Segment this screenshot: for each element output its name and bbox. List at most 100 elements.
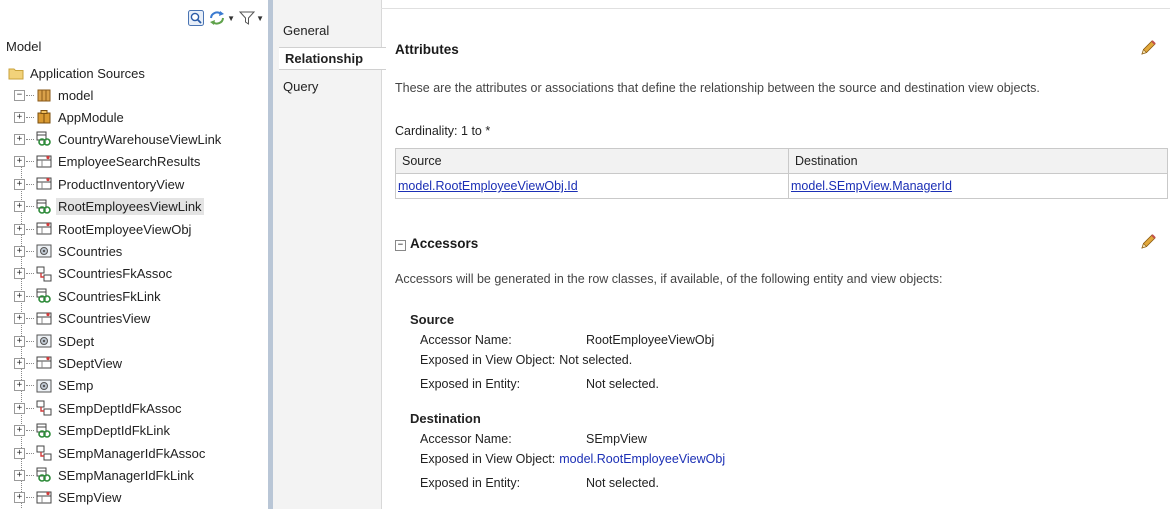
tree-node[interactable]: + SEmpManagerIdFkLink bbox=[14, 464, 196, 486]
tree-node[interactable]: + SEmpDeptIdFkAssoc bbox=[14, 397, 184, 419]
view-object-icon bbox=[36, 491, 52, 504]
prop-label: Exposed in View Object: bbox=[420, 452, 556, 466]
cardinality: Cardinality: 1 to * bbox=[395, 124, 490, 138]
expand-toggle-icon[interactable]: + bbox=[14, 290, 25, 302]
entity-object-icon bbox=[36, 379, 52, 393]
package-icon bbox=[37, 89, 51, 102]
tree-node[interactable]: + SEmp bbox=[14, 375, 95, 397]
view-link-icon bbox=[36, 131, 51, 147]
tree-node[interactable]: + RootEmployeesViewLink bbox=[14, 196, 204, 218]
association-icon bbox=[36, 266, 52, 282]
view-object-icon bbox=[36, 177, 52, 190]
entity-object-icon bbox=[36, 334, 52, 348]
expand-toggle-icon[interactable]: + bbox=[14, 245, 25, 257]
tree-node[interactable]: + ProductInventoryView bbox=[14, 173, 186, 195]
expand-toggle-icon[interactable]: + bbox=[14, 223, 25, 235]
column-header-destination[interactable]: Destination bbox=[788, 148, 1168, 174]
expand-toggle-icon[interactable]: + bbox=[14, 178, 25, 190]
tree-node[interactable]: + SEmpManagerIdFkAssoc bbox=[14, 442, 207, 464]
sync-icon bbox=[210, 11, 225, 25]
tab-general[interactable]: General bbox=[283, 23, 329, 38]
folder-icon bbox=[8, 68, 24, 80]
accessor-source-title: Source bbox=[410, 312, 455, 327]
tree-node[interactable]: + EmployeeSearchResults bbox=[14, 151, 202, 173]
destination-exposed-view-row: Exposed in View Object: model.RootEmploy… bbox=[410, 449, 725, 469]
navigator-panel: ▼ ▼ Model Application Sources − model + A… bbox=[0, 0, 268, 509]
table-cell-source[interactable]: model.RootEmployeeViewObj.Id bbox=[395, 173, 789, 199]
expand-toggle-icon[interactable]: + bbox=[14, 111, 25, 123]
tab-relationship[interactable]: Relationship bbox=[279, 47, 386, 70]
edit-accessors-pencil-icon[interactable] bbox=[1138, 232, 1158, 252]
expand-toggle-icon[interactable]: + bbox=[14, 335, 25, 347]
source-accessor-name-row: Accessor Name: RootEmployeeViewObj bbox=[410, 330, 714, 350]
tree-node-label: ProductInventoryView bbox=[58, 176, 185, 192]
editor-tab-column: General Relationship Query bbox=[273, 0, 386, 509]
expand-toggle-icon[interactable]: + bbox=[14, 425, 25, 437]
tree-node-label: model bbox=[58, 87, 94, 103]
attributes-description: These are the attributes or associations… bbox=[395, 81, 1040, 95]
relationship-editor: Attributes These are the attributes or a… bbox=[395, 0, 1170, 509]
tree-node-application-sources[interactable]: Application Sources bbox=[8, 62, 147, 84]
cardinality-label: Cardinality: bbox=[395, 124, 458, 138]
exposed-view-object-link[interactable]: model.RootEmployeeViewObj bbox=[559, 452, 725, 466]
prop-value: Not selected. bbox=[559, 353, 633, 367]
expand-toggle-icon[interactable]: + bbox=[14, 380, 25, 392]
expand-toggle-icon[interactable]: + bbox=[14, 492, 25, 504]
expand-toggle-icon[interactable]: + bbox=[14, 133, 25, 145]
sync-dropdown-arrow-icon[interactable]: ▼ bbox=[227, 14, 235, 23]
tree-node[interactable]: + AppModule bbox=[14, 106, 126, 128]
tree-node-model-package[interactable]: − model bbox=[14, 84, 95, 106]
expand-toggle-icon[interactable]: + bbox=[14, 156, 25, 168]
tree-node[interactable]: + SCountriesView bbox=[14, 308, 152, 330]
tree-node[interactable]: + SCountries bbox=[14, 240, 124, 262]
prop-value: SEmpView bbox=[586, 432, 647, 446]
expand-toggle-icon[interactable]: + bbox=[14, 357, 25, 369]
destination-attribute-link[interactable]: model.SEmpView.ManagerId bbox=[791, 179, 952, 193]
filter-dropdown-arrow-icon[interactable]: ▼ bbox=[256, 14, 264, 23]
expand-toggle-icon[interactable]: + bbox=[14, 402, 25, 414]
tree-node[interactable]: + RootEmployeeViewObj bbox=[14, 218, 193, 240]
find-button[interactable] bbox=[188, 10, 205, 26]
view-object-icon bbox=[36, 222, 52, 235]
association-icon bbox=[36, 400, 52, 416]
source-exposed-entity-row: Exposed in Entity: Not selected. bbox=[410, 374, 714, 394]
tree-node-label: SEmpManagerIdFkLink bbox=[58, 467, 194, 483]
tab-query[interactable]: Query bbox=[283, 79, 318, 94]
tree-node[interactable]: + SEmpDeptIdFkLink bbox=[14, 420, 172, 442]
tree-node[interactable]: + SCountriesFkLink bbox=[14, 285, 163, 307]
collapse-toggle-icon[interactable]: − bbox=[14, 89, 25, 101]
tree-node-label: SEmpManagerIdFkAssoc bbox=[58, 445, 206, 461]
collapse-section-icon[interactable]: − bbox=[395, 240, 406, 251]
source-attribute-link[interactable]: model.RootEmployeeViewObj.Id bbox=[398, 179, 578, 193]
tree-node-label: RootEmployeesViewLink bbox=[56, 198, 204, 216]
accessors-description: Accessors will be generated in the row c… bbox=[395, 272, 943, 286]
tree-root-model: Model bbox=[6, 39, 42, 54]
sync-button[interactable]: ▼ bbox=[208, 10, 235, 26]
edit-attributes-pencil-icon[interactable] bbox=[1138, 38, 1158, 58]
expand-toggle-icon[interactable]: + bbox=[14, 201, 25, 213]
prop-value: Not selected. bbox=[586, 377, 659, 391]
tree-node[interactable]: + SDept bbox=[14, 330, 96, 352]
tree-node[interactable]: + SDeptView bbox=[14, 352, 124, 374]
prop-label: Exposed in Entity: bbox=[420, 476, 521, 490]
expand-toggle-icon[interactable]: + bbox=[14, 447, 25, 459]
table-row[interactable]: model.RootEmployeeViewObj.Id model.SEmpV… bbox=[395, 173, 1168, 199]
navigator-toolbar: ▼ ▼ bbox=[188, 8, 264, 28]
view-link-icon bbox=[36, 423, 51, 438]
expand-toggle-icon[interactable]: + bbox=[14, 469, 25, 481]
expand-toggle-icon[interactable]: + bbox=[14, 313, 25, 325]
prop-label: Accessor Name: bbox=[420, 333, 512, 347]
accessor-source-group: Source Accessor Name: RootEmployeeViewOb… bbox=[410, 312, 714, 394]
filter-button[interactable]: ▼ bbox=[239, 10, 264, 26]
tree-node-label: SCountries bbox=[58, 243, 123, 259]
tree-node-label: SEmpDeptIdFkAssoc bbox=[58, 400, 182, 416]
tree-node[interactable]: + SCountriesFkAssoc bbox=[14, 263, 174, 285]
expand-toggle-icon[interactable]: + bbox=[14, 268, 25, 280]
prop-value: RootEmployeeViewObj bbox=[586, 333, 715, 347]
accessors-heading[interactable]: − Accessors bbox=[395, 236, 478, 251]
table-cell-destination[interactable]: model.SEmpView.ManagerId bbox=[788, 173, 1168, 199]
column-header-source[interactable]: Source bbox=[395, 148, 789, 174]
accessor-destination-title: Destination bbox=[410, 411, 481, 426]
tree-node[interactable]: + CountryWarehouseViewLink bbox=[14, 128, 223, 150]
tree-node[interactable]: + SEmpView bbox=[14, 487, 123, 509]
